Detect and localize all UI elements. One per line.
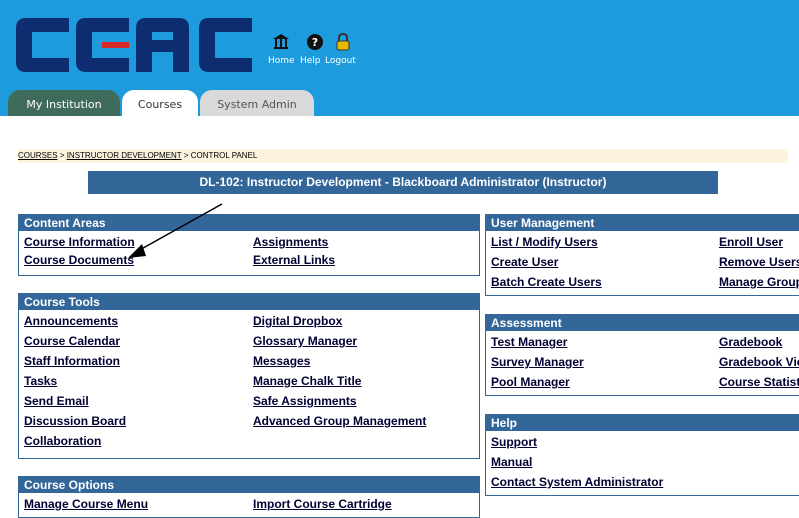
send-email-link[interactable]: Send Email bbox=[24, 394, 89, 409]
svg-text:?: ? bbox=[312, 36, 318, 49]
breadcrumb-separator: > bbox=[59, 151, 65, 160]
discussion-board-link[interactable]: Discussion Board bbox=[24, 414, 126, 429]
collaboration-link[interactable]: Collaboration bbox=[24, 434, 101, 449]
top-links: ? Home Help Logout bbox=[268, 33, 378, 73]
panel-title: Content Areas bbox=[19, 215, 479, 231]
gradebook-views-link[interactable]: Gradebook Views bbox=[719, 355, 799, 370]
advanced-group-management-link[interactable]: Advanced Group Management bbox=[253, 414, 426, 429]
logout-link[interactable]: Logout bbox=[325, 56, 356, 66]
home-icon[interactable] bbox=[272, 33, 290, 51]
panel-title: Course Tools bbox=[19, 294, 479, 310]
user-management-panel: User Management List / Modify Users Enro… bbox=[485, 214, 799, 296]
list-modify-users-link[interactable]: List / Modify Users bbox=[491, 235, 598, 250]
panel-title: Course Options bbox=[19, 477, 479, 493]
tab-courses[interactable]: Courses bbox=[122, 90, 198, 116]
batch-create-users-link[interactable]: Batch Create Users bbox=[491, 275, 602, 290]
home-link[interactable]: Home bbox=[268, 56, 295, 66]
assessment-panel: Assessment Test Manager Gradebook Survey… bbox=[485, 314, 799, 396]
course-information-link[interactable]: Course Information bbox=[24, 235, 135, 250]
panel-title: Assessment bbox=[486, 315, 799, 331]
staff-information-link[interactable]: Staff Information bbox=[24, 354, 120, 369]
survey-manager-link[interactable]: Survey Manager bbox=[491, 355, 584, 370]
site-header: ? Home Help Logout My Institution Course… bbox=[0, 0, 799, 116]
safe-assignments-link[interactable]: Safe Assignments bbox=[253, 394, 357, 409]
support-link[interactable]: Support bbox=[491, 435, 537, 450]
contact-system-administrator-link[interactable]: Contact System Administrator bbox=[491, 475, 663, 490]
panel-title: User Management bbox=[486, 215, 799, 231]
gradebook-link[interactable]: Gradebook bbox=[719, 335, 782, 350]
content-areas-panel: Content Areas Course Information Assignm… bbox=[18, 214, 480, 276]
tasks-link[interactable]: Tasks bbox=[24, 374, 57, 389]
glossary-manager-link[interactable]: Glossary Manager bbox=[253, 334, 357, 349]
ccac-logo[interactable] bbox=[14, 16, 256, 74]
create-user-link[interactable]: Create User bbox=[491, 255, 558, 270]
breadcrumb: COURSES > INSTRUCTOR DEVELOPMENT > CONTR… bbox=[18, 149, 788, 163]
help-link[interactable]: Help bbox=[300, 56, 321, 66]
course-documents-link[interactable]: Course Documents bbox=[24, 253, 134, 268]
manual-link[interactable]: Manual bbox=[491, 455, 532, 470]
logout-icon[interactable] bbox=[334, 33, 352, 51]
breadcrumb-courses[interactable]: COURSES bbox=[18, 151, 58, 160]
course-title: DL-102: Instructor Development - Blackbo… bbox=[88, 171, 718, 194]
remove-users-link[interactable]: Remove Users bbox=[719, 255, 799, 270]
enroll-user-link[interactable]: Enroll User bbox=[719, 235, 783, 250]
test-manager-link[interactable]: Test Manager bbox=[491, 335, 567, 350]
course-options-panel: Course Options Manage Course Menu Import… bbox=[18, 476, 480, 518]
pool-manager-link[interactable]: Pool Manager bbox=[491, 375, 570, 390]
breadcrumb-instructor-development[interactable]: INSTRUCTOR DEVELOPMENT bbox=[67, 151, 182, 160]
tab-system-admin[interactable]: System Admin bbox=[200, 90, 314, 116]
breadcrumb-separator: > bbox=[183, 151, 189, 160]
course-tools-panel: Course Tools Announcements Digital Dropb… bbox=[18, 293, 480, 459]
panel-title: Help bbox=[486, 415, 799, 431]
messages-link[interactable]: Messages bbox=[253, 354, 310, 369]
course-calendar-link[interactable]: Course Calendar bbox=[24, 334, 120, 349]
help-icon[interactable]: ? bbox=[306, 33, 324, 51]
manage-groups-link[interactable]: Manage Groups bbox=[719, 275, 799, 290]
breadcrumb-current: CONTROL PANEL bbox=[190, 151, 258, 160]
tab-my-institution[interactable]: My Institution bbox=[8, 90, 120, 116]
help-panel: Help Support Manual Contact System Admin… bbox=[485, 414, 799, 496]
external-links-link[interactable]: External Links bbox=[253, 253, 335, 268]
manage-chalk-title-link[interactable]: Manage Chalk Title bbox=[253, 374, 361, 389]
assignments-link[interactable]: Assignments bbox=[253, 235, 328, 250]
digital-dropbox-link[interactable]: Digital Dropbox bbox=[253, 314, 342, 329]
announcements-link[interactable]: Announcements bbox=[24, 314, 118, 329]
course-statistics-link[interactable]: Course Statistics bbox=[719, 375, 799, 390]
